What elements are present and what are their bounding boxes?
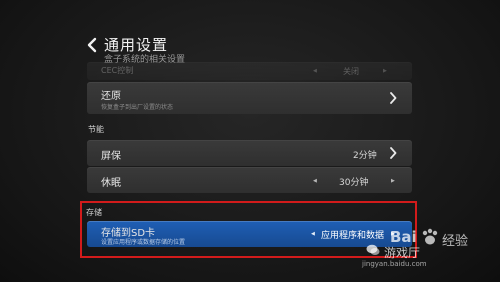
back-arrow-icon[interactable] [86, 37, 98, 53]
sleep-value: 30分钟 [339, 178, 369, 188]
watermark-brand-suffix: 经验 [442, 234, 469, 249]
section-title-energy: 节能 [88, 125, 104, 134]
paw-logo-icon [422, 228, 438, 245]
arrow-right-icon: ▶ [383, 68, 387, 74]
screensaver-label: 屏保 [101, 151, 121, 162]
arrow-left-icon: ◀ [313, 178, 317, 184]
watermark-url: jingyan.baidu.com [362, 260, 427, 268]
sleep-row[interactable]: 休眠 ◀ 30分钟 ▶ [87, 167, 412, 193]
cec-control-label: CEC控制 [101, 66, 134, 75]
settings-screen: 通用设置 盒子系统的相关设置 CEC控制 ◀ 关闭 ▶ 还原 恢复盒子到出厂设置… [0, 0, 500, 282]
restore-label: 还原 [101, 91, 121, 102]
cec-control-value: 关闭 [343, 67, 359, 76]
screensaver-row[interactable]: 屏保 2分钟 [87, 140, 412, 166]
screensaver-value: 2分钟 [353, 151, 377, 161]
arrow-right-icon: ▶ [391, 178, 395, 184]
chevron-right-icon [390, 92, 397, 104]
sleep-label: 休眠 [101, 178, 121, 189]
wechat-icon [366, 244, 380, 255]
restore-description: 恢复盒子到出厂设置的状态 [101, 104, 174, 111]
watermark-text: 游戏厅 [384, 246, 421, 260]
chevron-right-icon [390, 147, 397, 159]
watermark: Bai 经验 游戏厅 jingyan.baidu.com [362, 226, 492, 274]
restore-row[interactable]: 还原 恢复盒子到出厂设置的状态 [87, 82, 412, 114]
cec-control-row[interactable]: CEC控制 ◀ 关闭 ▶ [87, 62, 412, 80]
arrow-left-icon: ◀ [313, 68, 317, 74]
